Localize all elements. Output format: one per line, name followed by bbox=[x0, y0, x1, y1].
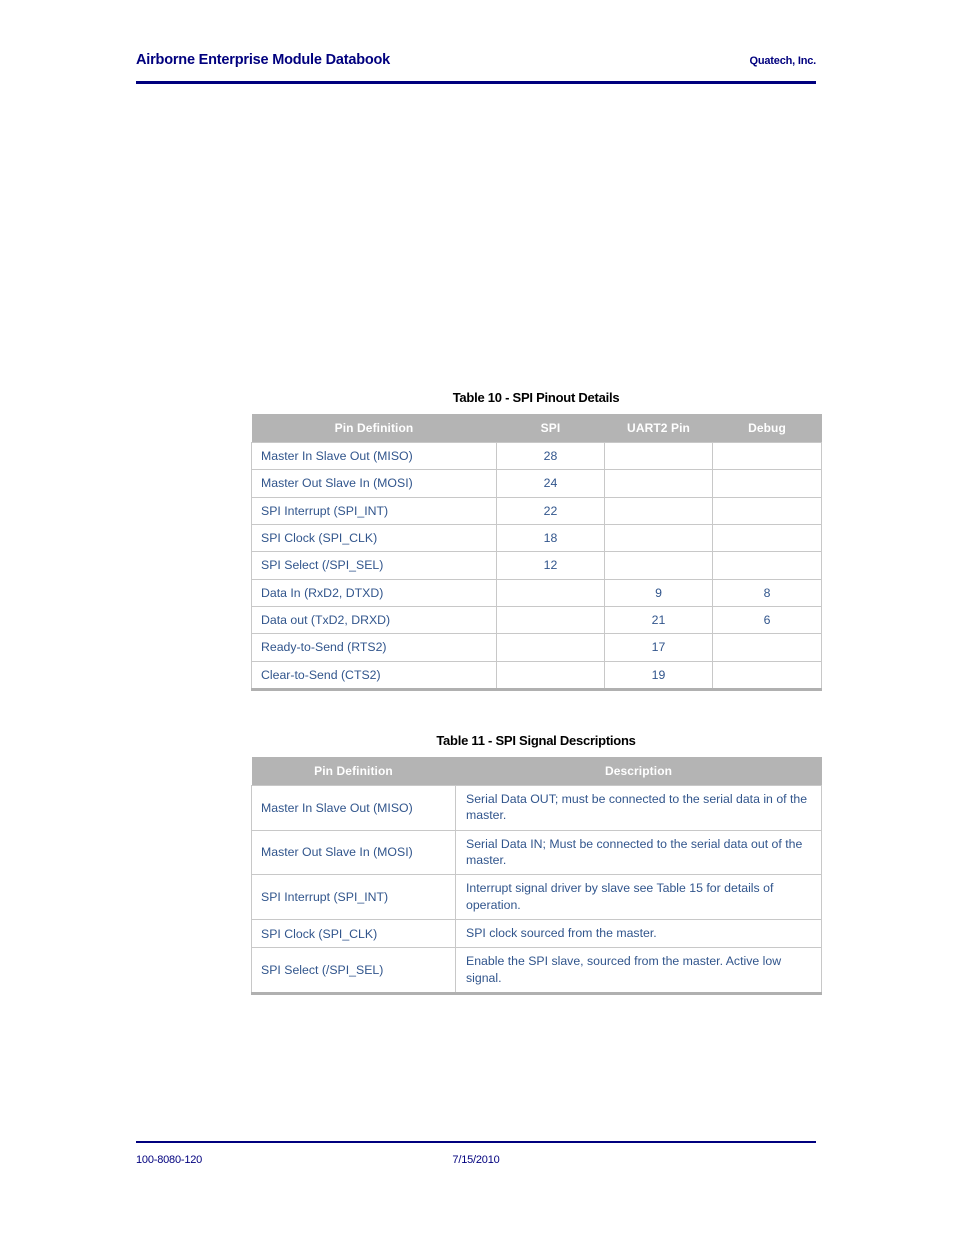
uart2-cell bbox=[604, 524, 713, 553]
table-row: SPI Interrupt (SPI_INT) Interrupt signal… bbox=[251, 874, 822, 921]
pin-definition-cell: Master In Slave Out (MISO) bbox=[251, 785, 456, 831]
pin-definition-cell: Master Out Slave In (MOSI) bbox=[251, 469, 497, 498]
spi-cell: 12 bbox=[496, 551, 605, 580]
table-11-header-row: Pin Definition Description bbox=[251, 757, 822, 786]
document-date: 7/15/2010 bbox=[452, 1154, 500, 1166]
debug-cell bbox=[712, 496, 822, 526]
pin-definition-cell: SPI Interrupt (SPI_INT) bbox=[251, 874, 456, 921]
spi-cell bbox=[496, 606, 605, 635]
table-10-col-debug: Debug bbox=[712, 414, 822, 443]
debug-cell bbox=[712, 660, 822, 691]
debug-cell bbox=[712, 551, 822, 580]
uart2-cell bbox=[604, 496, 713, 526]
page-footer: 100-8080-120 7/15/2010 bbox=[136, 1154, 816, 1170]
uart2-cell: 17 bbox=[604, 633, 713, 662]
pin-definition-cell: SPI Select (/SPI_SEL) bbox=[251, 551, 497, 580]
table-11: Pin Definition Description Master In Sla… bbox=[251, 757, 822, 996]
spi-cell bbox=[496, 578, 605, 608]
pin-definition-cell: SPI Clock (SPI_CLK) bbox=[251, 524, 497, 553]
table-row: Data In (RxD2, DTXD) 9 8 bbox=[251, 578, 822, 608]
uart2-cell: 21 bbox=[604, 606, 713, 635]
table-row: Master In Slave Out (MISO) 28 bbox=[251, 441, 822, 471]
pin-definition-cell: Data In (RxD2, DTXD) bbox=[251, 578, 497, 608]
spi-cell bbox=[496, 660, 605, 691]
header-divider bbox=[136, 81, 816, 84]
spi-cell: 22 bbox=[496, 496, 605, 526]
table-10-caption: Table 10 - SPI Pinout Details bbox=[452, 390, 620, 405]
spi-cell: 28 bbox=[496, 441, 605, 471]
table-row: Master In Slave Out (MISO) Serial Data O… bbox=[251, 785, 822, 831]
description-cell: Serial Data OUT; must be connected to th… bbox=[455, 785, 822, 831]
table-row: SPI Interrupt (SPI_INT) 22 bbox=[251, 496, 822, 526]
company-name: Quatech, Inc. bbox=[749, 55, 817, 67]
table-row: SPI Select (/SPI_SEL) 12 bbox=[251, 551, 822, 580]
debug-cell bbox=[712, 441, 822, 471]
table-row: Ready-to-Send (RTS2) 17 bbox=[251, 633, 822, 662]
debug-cell bbox=[712, 633, 822, 662]
spi-cell bbox=[496, 633, 605, 662]
debug-cell: 8 bbox=[712, 578, 822, 608]
table-10-col-pin-definition: Pin Definition bbox=[251, 414, 497, 443]
pin-definition-cell: Clear-to-Send (CTS2) bbox=[251, 660, 497, 691]
pin-definition-cell: Ready-to-Send (RTS2) bbox=[251, 633, 497, 662]
table-row: SPI Select (/SPI_SEL) Enable the SPI sla… bbox=[251, 947, 822, 995]
document-title: Airborne Enterprise Module Databook bbox=[136, 52, 391, 68]
uart2-cell: 9 bbox=[604, 578, 713, 608]
table-10-col-uart2-pin: UART2 Pin bbox=[604, 414, 713, 443]
spi-cell: 24 bbox=[496, 469, 605, 498]
table-10-header-row: Pin Definition SPI UART2 Pin Debug bbox=[251, 414, 822, 443]
table-row: Master Out Slave In (MOSI) 24 bbox=[251, 469, 822, 498]
description-cell: SPI clock sourced from the master. bbox=[455, 919, 822, 949]
table-row: Clear-to-Send (CTS2) 19 bbox=[251, 660, 822, 691]
table-row: SPI Clock (SPI_CLK) 18 bbox=[251, 524, 822, 553]
pin-definition-cell: SPI Clock (SPI_CLK) bbox=[251, 919, 456, 949]
uart2-cell bbox=[604, 441, 713, 471]
description-cell: Enable the SPI slave, sourced from the m… bbox=[455, 947, 822, 995]
document-page: Airborne Enterprise Module Databook Quat… bbox=[0, 0, 954, 1235]
table-11-col-pin-definition: Pin Definition bbox=[251, 757, 456, 786]
uart2-cell bbox=[604, 551, 713, 580]
pin-definition-cell: Master Out Slave In (MOSI) bbox=[251, 829, 456, 876]
page-header: Airborne Enterprise Module Databook Quat… bbox=[136, 52, 816, 68]
pin-definition-cell: Data out (TxD2, DRXD) bbox=[251, 606, 497, 635]
table-10-block: Table 10 - SPI Pinout Details Pin Defini… bbox=[251, 390, 822, 692]
uart2-cell bbox=[604, 469, 713, 498]
table-10-col-spi: SPI bbox=[496, 414, 605, 443]
table-row: SPI Clock (SPI_CLK) SPI clock sourced fr… bbox=[251, 919, 822, 949]
spi-cell: 18 bbox=[496, 524, 605, 553]
table-10: Pin Definition SPI UART2 Pin Debug Maste… bbox=[251, 414, 822, 692]
table-11-caption: Table 11 - SPI Signal Descriptions bbox=[436, 733, 636, 748]
description-cell: Interrupt signal driver by slave see Tab… bbox=[455, 874, 822, 921]
table-11-block: Table 11 - SPI Signal Descriptions Pin D… bbox=[251, 733, 822, 996]
table-row: Master Out Slave In (MOSI) Serial Data I… bbox=[251, 829, 822, 876]
pin-definition-cell: SPI Interrupt (SPI_INT) bbox=[251, 496, 497, 526]
debug-cell bbox=[712, 469, 822, 498]
debug-cell bbox=[712, 524, 822, 553]
description-cell: Serial Data IN; Must be connected to the… bbox=[455, 829, 822, 876]
pin-definition-cell: Master In Slave Out (MISO) bbox=[251, 441, 497, 471]
table-11-col-description: Description bbox=[455, 757, 822, 786]
table-row: Data out (TxD2, DRXD) 21 6 bbox=[251, 606, 822, 635]
debug-cell: 6 bbox=[712, 606, 822, 635]
uart2-cell: 19 bbox=[604, 660, 713, 691]
pin-definition-cell: SPI Select (/SPI_SEL) bbox=[251, 947, 456, 995]
footer-divider bbox=[136, 1141, 816, 1143]
